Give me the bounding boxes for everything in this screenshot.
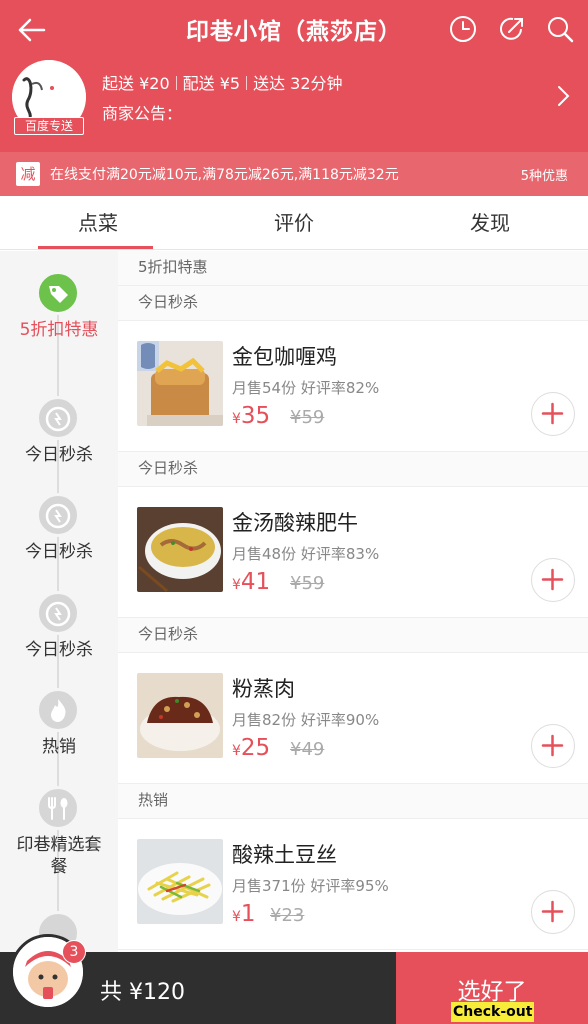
promo-bar[interactable]: 减 在线支付满20元减10元,满78元减26元,满118元减32元 5种优惠	[0, 152, 588, 196]
sidebar-item-flash-sale[interactable]: 今日秒杀	[0, 493, 118, 573]
menu-item[interactable]: 酸辣土豆丝 月售371份 好评率95% ¥1 ¥23	[118, 819, 588, 950]
cart-total: 共 ¥120	[100, 980, 185, 1005]
sidebar-item-flash-sale[interactable]: 今日秒杀	[0, 591, 118, 671]
dish-price: ¥1	[232, 901, 256, 927]
dish-photo-sour-beef[interactable]	[137, 507, 223, 592]
tab-bar: 点菜 评价 发现	[0, 196, 588, 250]
add-to-cart-button[interactable]	[531, 558, 575, 602]
dish-name: 金汤酸辣肥牛	[232, 511, 358, 535]
sidebar-item-label: 今日秒杀	[25, 542, 93, 562]
original-price: ¥23	[270, 905, 305, 926]
flame-icon	[36, 688, 80, 732]
fork-spoon-icon	[36, 786, 80, 830]
category-sidebar: 5折扣特惠 今日秒杀 今日秒杀 今日秒杀 热销 印巷精选套餐	[0, 251, 118, 1024]
dish-name: 金包咖喱鸡	[232, 345, 337, 369]
sidebar-item-flash-sale[interactable]: 今日秒杀	[0, 396, 118, 476]
sidebar-item-label: 5折扣特惠	[19, 320, 99, 340]
delivery-eta: 送达 32分钟	[253, 74, 343, 93]
section-header: 热销	[118, 784, 588, 819]
tab-reviews[interactable]: 评价	[196, 196, 392, 250]
category-header: 5折扣特惠	[118, 251, 588, 286]
menu-item[interactable]: 粉蒸肉 月售82份 好评率90% ¥25 ¥49	[118, 653, 588, 784]
add-to-cart-button[interactable]	[531, 392, 575, 436]
tag-icon	[36, 271, 80, 315]
divider	[246, 76, 248, 90]
original-price: ¥59	[290, 573, 325, 594]
menu-list: 5折扣特惠 今日秒杀 金包咖喱鸡 月售54份 好评率82% ¥35 ¥59 今日…	[118, 251, 588, 1024]
add-to-cart-button[interactable]	[531, 724, 575, 768]
tab-discover[interactable]: 发现	[392, 196, 588, 250]
menu-item[interactable]: 金汤酸辣肥牛 月售48份 好评率83% ¥41 ¥59	[118, 487, 588, 618]
currency-symbol: ¥	[232, 743, 241, 759]
alarm-clock-icon	[36, 493, 80, 537]
sidebar-item-combo[interactable]: 印巷精选套餐	[0, 786, 118, 886]
search-icon[interactable]	[545, 14, 575, 44]
section-header: 今日秒杀	[118, 452, 588, 487]
add-to-cart-button[interactable]	[531, 890, 575, 934]
currency-symbol: ¥	[232, 411, 241, 427]
share-icon[interactable]	[497, 14, 527, 44]
menu-item[interactable]: 金包咖喱鸡 月售54份 好评率82% ¥35 ¥59	[118, 321, 588, 452]
discount-badge: 减	[16, 162, 40, 186]
dish-price: ¥35	[232, 403, 270, 429]
active-tab-indicator	[38, 246, 153, 249]
price-value: 25	[240, 735, 271, 761]
shop-notice: 商家公告：	[102, 104, 183, 123]
dish-stats: 月售82份 好评率90%	[232, 711, 380, 729]
tab-order[interactable]: 点菜	[0, 196, 196, 250]
sidebar-item-label: 今日秒杀	[25, 640, 93, 660]
delivery-fee: 配送 ¥5	[182, 74, 241, 93]
dish-stats: 月售371份 好评率95%	[232, 877, 389, 895]
price-value: 41	[240, 569, 271, 595]
original-price: ¥49	[290, 739, 325, 760]
dish-price: ¥25	[232, 735, 270, 761]
dish-name: 酸辣土豆丝	[232, 843, 337, 867]
dish-stats: 月售48份 好评率83%	[232, 545, 380, 563]
app-root: 印巷小馆（燕莎店） 百度专送 起送 ¥20 配送 ¥5 送达 32分钟 商家公告：	[0, 0, 588, 1024]
section-header: 今日秒杀	[118, 286, 588, 321]
dish-stats: 月售54份 好评率82%	[232, 379, 380, 397]
cart-count-badge: 3	[62, 940, 86, 964]
dish-photo-steamed-pork[interactable]	[137, 673, 223, 758]
min-order: 起送 ¥20	[102, 74, 170, 93]
sidebar-item-label: 印巷精选套餐	[16, 835, 102, 877]
chevron-right-icon[interactable]	[556, 84, 572, 108]
promo-count[interactable]: 5种优惠	[521, 165, 568, 184]
section-header: 今日秒杀	[118, 618, 588, 653]
sidebar-item-label: 热销	[42, 737, 76, 757]
shop-header: 印巷小馆（燕莎店） 百度专送 起送 ¥20 配送 ¥5 送达 32分钟 商家公告：	[0, 0, 588, 196]
currency-symbol: ¥	[232, 909, 241, 925]
top-bar: 印巷小馆（燕莎店）	[0, 0, 588, 56]
promo-text: 在线支付满20元减10元,满78元减26元,满118元减32元	[50, 167, 399, 183]
delivery-info: 起送 ¥20 配送 ¥5 送达 32分钟	[102, 70, 343, 94]
delivery-tag: 百度专送	[14, 117, 84, 135]
dish-photo-potato-strips[interactable]	[137, 839, 223, 924]
sidebar-item-label: 今日秒杀	[25, 445, 93, 465]
price-value: 35	[240, 403, 271, 429]
original-price: ¥59	[290, 407, 325, 428]
divider	[175, 76, 177, 90]
checkout-label: 选好了	[457, 979, 527, 1005]
alarm-clock-icon	[36, 591, 80, 635]
sidebar-item-discount[interactable]: 5折扣特惠	[0, 271, 118, 371]
currency-symbol: ¥	[232, 577, 241, 593]
alarm-clock-icon	[36, 396, 80, 440]
dish-name: 粉蒸肉	[232, 677, 295, 701]
checkout-caption: Check-out	[451, 1002, 535, 1022]
sidebar-item-hot[interactable]: 热销	[0, 688, 118, 768]
dish-photo-curry-chicken[interactable]	[137, 341, 223, 426]
dish-price: ¥41	[232, 569, 270, 595]
price-value: 1	[240, 901, 256, 927]
clock-icon[interactable]	[448, 14, 478, 44]
